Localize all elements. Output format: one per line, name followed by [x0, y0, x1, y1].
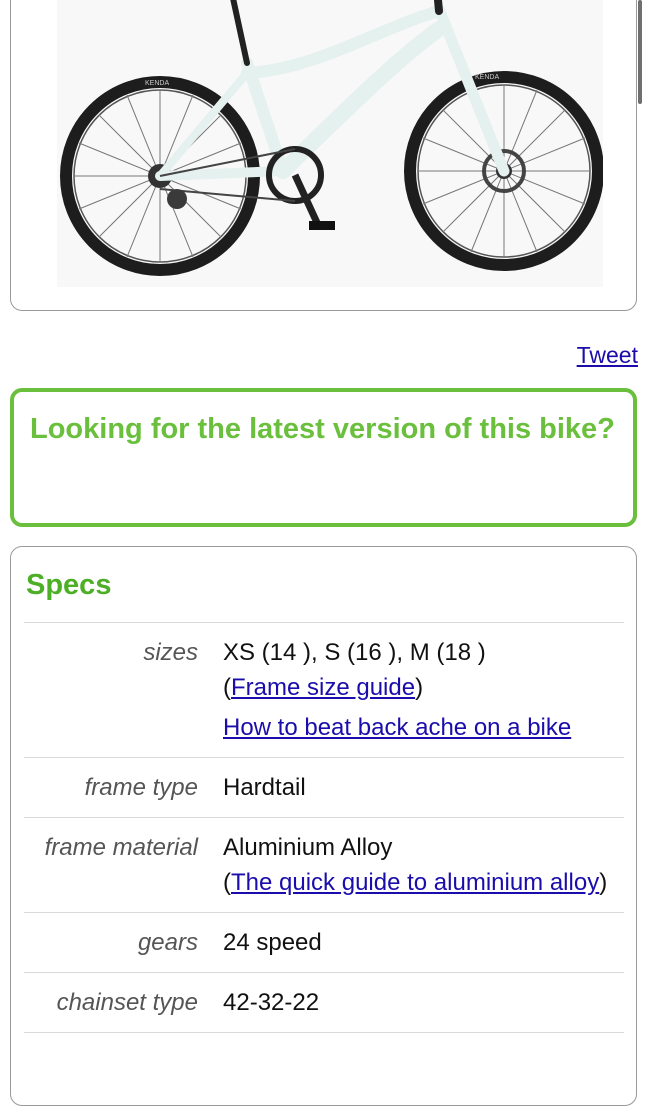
specs-card: Specs sizes XS (14 ), S (16 ), M (18 ) (…	[10, 546, 637, 1106]
spec-row-chainset-type: chainset type 42-32-22	[24, 972, 624, 1033]
spec-row-frame-type: frame type Hardtail	[24, 757, 624, 818]
bike-image-card: KENDA KENDA	[10, 0, 637, 311]
paren-open: (	[223, 869, 231, 896]
spec-value: Hardtail	[210, 757, 624, 818]
spec-value: 24 speed	[210, 912, 624, 973]
latest-version-title[interactable]: Looking for the latest version of this b…	[30, 410, 617, 449]
paren-open: (	[223, 674, 231, 701]
spec-value: Aluminium Alloy (The quick guide to alum…	[210, 817, 624, 913]
spec-row-sizes: sizes XS (14 ), S (16 ), M (18 ) (Frame …	[24, 622, 624, 758]
bike-photo[interactable]: KENDA KENDA	[57, 0, 603, 287]
specs-heading: Specs	[26, 569, 112, 601]
spec-value: XS (14 ), S (16 ), M (18 ) (Frame size g…	[210, 622, 624, 758]
spec-label: chainset type	[24, 972, 210, 1033]
back-ache-link[interactable]: How to beat back ache on a bike	[223, 710, 624, 745]
spec-label: sizes	[24, 622, 210, 758]
tweet-link[interactable]: Tweet	[577, 342, 638, 369]
spec-label: gears	[24, 912, 210, 973]
paren-close: )	[415, 674, 424, 701]
paren-close: )	[599, 869, 608, 896]
frame-material-value: Aluminium Alloy	[223, 834, 393, 861]
spec-row-next	[24, 1032, 624, 1057]
spec-value	[210, 1032, 624, 1057]
latest-version-box[interactable]: Looking for the latest version of this b…	[10, 388, 637, 527]
spec-value: 42-32-22	[210, 972, 624, 1033]
spec-row-frame-material: frame material Aluminium Alloy (The quic…	[24, 817, 624, 913]
specs-table: sizes XS (14 ), S (16 ), M (18 ) (Frame …	[24, 622, 624, 1057]
frame-size-guide-link[interactable]: Frame size guide	[231, 674, 415, 701]
spec-label	[24, 1032, 210, 1057]
scrollbar[interactable]	[638, 0, 642, 104]
spec-label: frame type	[24, 757, 210, 818]
spec-label: frame material	[24, 817, 210, 913]
tire-brand-left: KENDA	[145, 80, 169, 87]
spec-row-gears: gears 24 speed	[24, 912, 624, 973]
aluminium-guide-link[interactable]: The quick guide to aluminium alloy	[231, 869, 599, 896]
tire-brand-right: KENDA	[475, 74, 499, 81]
sizes-value: XS (14 ), S (16 ), M (18 )	[223, 639, 486, 666]
